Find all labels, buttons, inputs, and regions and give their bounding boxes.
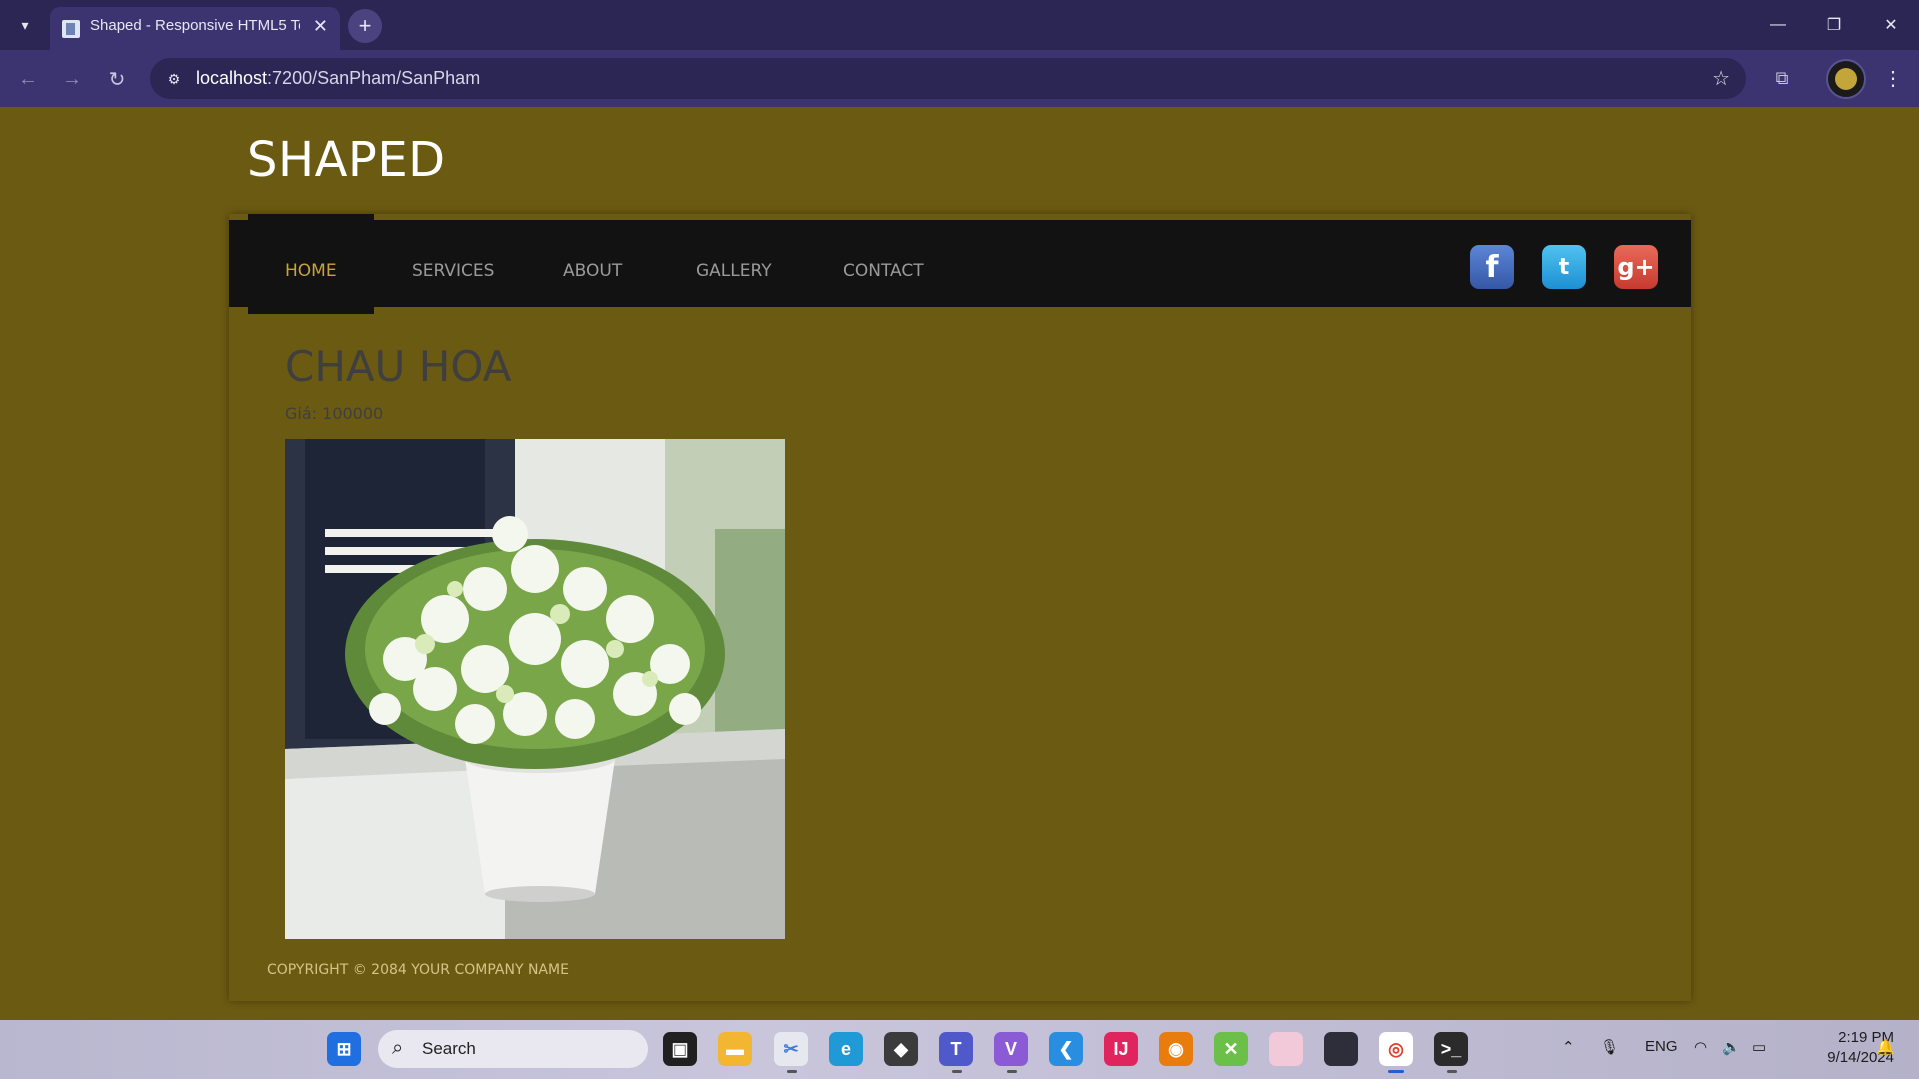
close-window-button[interactable]: ✕ (1877, 12, 1905, 38)
os-taskbar: ⊞ ⌕ Search ▣ ▬ ✂ e ◆ T V ❮ IJ ◉ ✕ ◎ >_ ⌃… (0, 1020, 1919, 1079)
wifi-icon[interactable]: ◠ (1694, 1038, 1707, 1056)
back-button[interactable]: ← (15, 66, 41, 92)
battery-icon[interactable]: ▭ (1752, 1038, 1766, 1056)
google-plus-icon[interactable]: g+ (1614, 245, 1658, 289)
profile-avatar[interactable] (1826, 59, 1866, 99)
file-explorer-icon[interactable]: ▬ (718, 1032, 752, 1066)
volume-icon[interactable]: 🔈 (1722, 1038, 1741, 1056)
taskbar-search[interactable]: ⌕ Search (378, 1030, 648, 1068)
restore-button[interactable]: ❐ (1820, 12, 1848, 38)
search-icon: ⌕ (392, 1037, 404, 1059)
nav-home[interactable]: HOME (285, 261, 337, 281)
unity-icon[interactable]: ◆ (884, 1032, 918, 1066)
page-favicon-icon (62, 20, 80, 38)
task-view-icon[interactable]: ▣ (663, 1032, 697, 1066)
bookmark-star-icon[interactable]: ☆ (1712, 66, 1730, 91)
terminal-icon[interactable]: >_ (1434, 1032, 1468, 1066)
forward-button[interactable]: → (59, 66, 85, 92)
notification-bell-icon[interactable]: 🔔 (1876, 1038, 1895, 1056)
blender-icon[interactable]: ◉ (1159, 1032, 1193, 1066)
visual-studio-icon[interactable]: V (994, 1032, 1028, 1066)
mic-muted-icon[interactable]: 🎙 (1600, 1038, 1619, 1056)
new-tab-button[interactable]: + (348, 9, 382, 43)
site-info-icon[interactable]: ⚙ (162, 67, 186, 91)
main-nav: HOME SERVICES ABOUT GALLERY CONTACT f t … (229, 214, 1691, 314)
url-text[interactable]: localhost:7200/SanPham/SanPham (196, 68, 480, 89)
nav-services[interactable]: SERVICES (412, 261, 494, 281)
snipping-tool-icon[interactable]: ✂ (774, 1032, 808, 1066)
extensions-icon[interactable]: ⧉ (1768, 64, 1796, 92)
tab-close-icon[interactable]: ✕ (313, 16, 328, 37)
product-title: CHAU HOA (285, 342, 512, 391)
windows-start-icon[interactable]: ⊞ (327, 1032, 361, 1066)
address-bar[interactable]: ⚙ localhost:7200/SanPham/SanPham ☆ (150, 58, 1746, 99)
nav-about[interactable]: ABOUT (563, 261, 622, 281)
site-logo[interactable]: SHAPED (247, 132, 446, 188)
intellij-icon[interactable]: IJ (1104, 1032, 1138, 1066)
content-box: HOME SERVICES ABOUT GALLERY CONTACT f t … (229, 214, 1691, 1001)
twitter-icon[interactable]: t (1542, 245, 1586, 289)
tray-overflow-icon[interactable]: ⌃ (1562, 1038, 1575, 1056)
tab-search-button[interactable]: ▾ (12, 12, 38, 38)
language-indicator[interactable]: ENG (1645, 1038, 1678, 1055)
app-icon-green[interactable]: ✕ (1214, 1032, 1248, 1066)
reload-button[interactable]: ↻ (104, 66, 130, 92)
chrome-icon[interactable]: ◎ (1379, 1032, 1413, 1066)
app-icon-anime[interactable] (1269, 1032, 1303, 1066)
tab-title: Shaped - Responsive HTML5 Te (90, 17, 300, 34)
product-price: Giá: 100000 (285, 404, 384, 423)
facebook-icon[interactable]: f (1470, 245, 1514, 289)
nav-gallery[interactable]: GALLERY (696, 261, 772, 281)
vscode-icon[interactable]: ❮ (1049, 1032, 1083, 1066)
product-image (285, 439, 785, 939)
minimize-button[interactable]: — (1764, 12, 1792, 38)
browser-toolbar: ← → ↻ ⚙ localhost:7200/SanPham/SanPham ☆… (0, 50, 1919, 107)
browser-tab[interactable]: Shaped - Responsive HTML5 Te ✕ (50, 7, 340, 50)
footer-copyright: COPYRIGHT © 2084 YOUR COMPANY NAME (267, 962, 569, 978)
edge-icon[interactable]: e (829, 1032, 863, 1066)
teams-icon[interactable]: T (939, 1032, 973, 1066)
browser-menu-icon[interactable]: ⋮ (1880, 64, 1906, 92)
app-icon-dark[interactable] (1324, 1032, 1358, 1066)
nav-contact[interactable]: CONTACT (843, 261, 924, 281)
browser-titlebar: ▾ Shaped - Responsive HTML5 Te ✕ + — ❐ ✕ (0, 0, 1919, 50)
